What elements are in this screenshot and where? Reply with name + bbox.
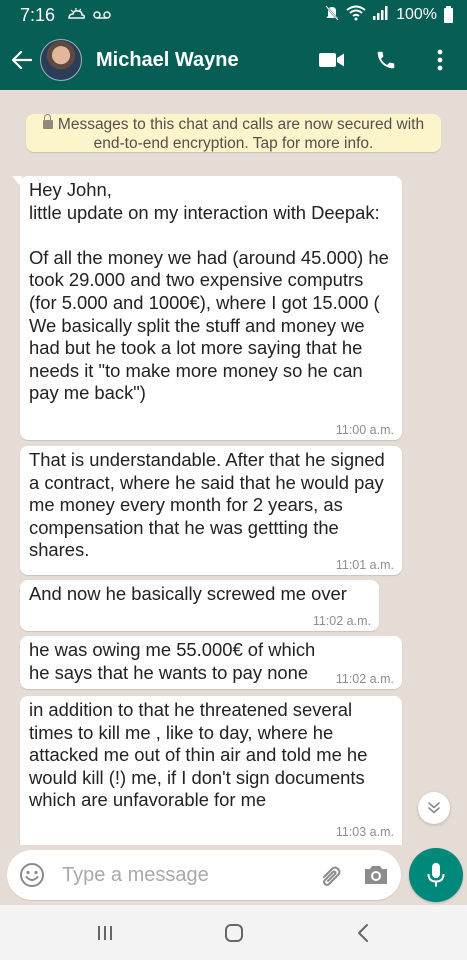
microphone-icon (427, 863, 445, 887)
message-bubble[interactable]: in addition to that he threatened severa… (20, 696, 402, 845)
emoji-icon (20, 863, 44, 887)
phone-icon (377, 51, 395, 69)
voice-call-button[interactable] (359, 30, 413, 90)
encryption-notice[interactable]: Messages to this chat and calls are now … (26, 114, 441, 152)
message-time: 11:03 a.m. (335, 825, 394, 839)
status-bar: 7:16 100% (0, 0, 467, 30)
recents-button[interactable] (65, 905, 145, 960)
message-text: That is understandable. After that he si… (29, 449, 385, 561)
message-input[interactable]: Type a message (62, 864, 209, 887)
video-call-button[interactable] (305, 30, 359, 90)
camera-icon (365, 866, 387, 884)
message-time: 11:00 a.m. (335, 423, 394, 437)
message-text: Hey John, little update on my interactio… (29, 179, 389, 404)
bubble-tail (12, 176, 22, 188)
scroll-to-bottom-button[interactable] (418, 792, 450, 824)
encryption-notice-text: Messages to this chat and calls are now … (57, 116, 425, 152)
message-time: 11:02 a.m. (312, 614, 371, 628)
message-composer: Type a message (0, 845, 467, 905)
status-time: 7:16 (20, 4, 56, 25)
video-call-icon (319, 53, 344, 67)
back-nav-button[interactable] (323, 905, 403, 960)
double-chevron-down-icon (428, 802, 440, 814)
message-time: 11:02 a.m. (335, 672, 394, 686)
message-text: he was owing me 55.000€ of which he says… (29, 639, 316, 683)
lock-icon (42, 114, 53, 129)
weather-icon (67, 7, 86, 23)
contact-avatar[interactable] (40, 39, 82, 81)
home-button[interactable] (194, 905, 274, 960)
signal-icon (373, 5, 389, 25)
battery-icon (444, 5, 453, 23)
voicemail-icon (93, 8, 111, 23)
system-navigation-bar (0, 905, 467, 960)
chat-area[interactable]: Messages to this chat and calls are now … (0, 90, 467, 845)
mute-icon (325, 4, 339, 26)
message-bubble[interactable]: he was owing me 55.000€ of which he says… (20, 636, 402, 689)
message-bubble[interactable]: And now he basically screwed me over 11:… (20, 580, 379, 631)
recents-icon (97, 925, 112, 940)
back-button[interactable] (4, 30, 40, 90)
paperclip-icon (323, 866, 341, 886)
more-vertical-icon (437, 49, 443, 71)
camera-button[interactable] (363, 863, 389, 892)
message-bubble[interactable]: Hey John, little update on my interactio… (12, 176, 402, 440)
voice-message-button[interactable] (409, 848, 463, 902)
message-text: in addition to that he threatened severa… (29, 699, 368, 811)
message-time: 11:01 a.m. (335, 558, 394, 572)
message-bubble[interactable]: That is understandable. After that he si… (20, 446, 402, 575)
back-arrow-icon (12, 51, 32, 69)
back-chevron-icon (357, 923, 368, 942)
chat-header: Michael Wayne (0, 30, 467, 90)
message-text: And now he basically screwed me over (29, 583, 347, 604)
more-options-button[interactable] (413, 30, 467, 90)
attach-button[interactable] (318, 863, 344, 892)
contact-name[interactable]: Michael Wayne (96, 49, 239, 72)
home-icon (224, 923, 243, 942)
wifi-icon (346, 5, 366, 26)
battery-label: 100% (396, 6, 437, 23)
emoji-button[interactable] (17, 860, 47, 890)
message-input-container[interactable]: Type a message (7, 850, 401, 900)
